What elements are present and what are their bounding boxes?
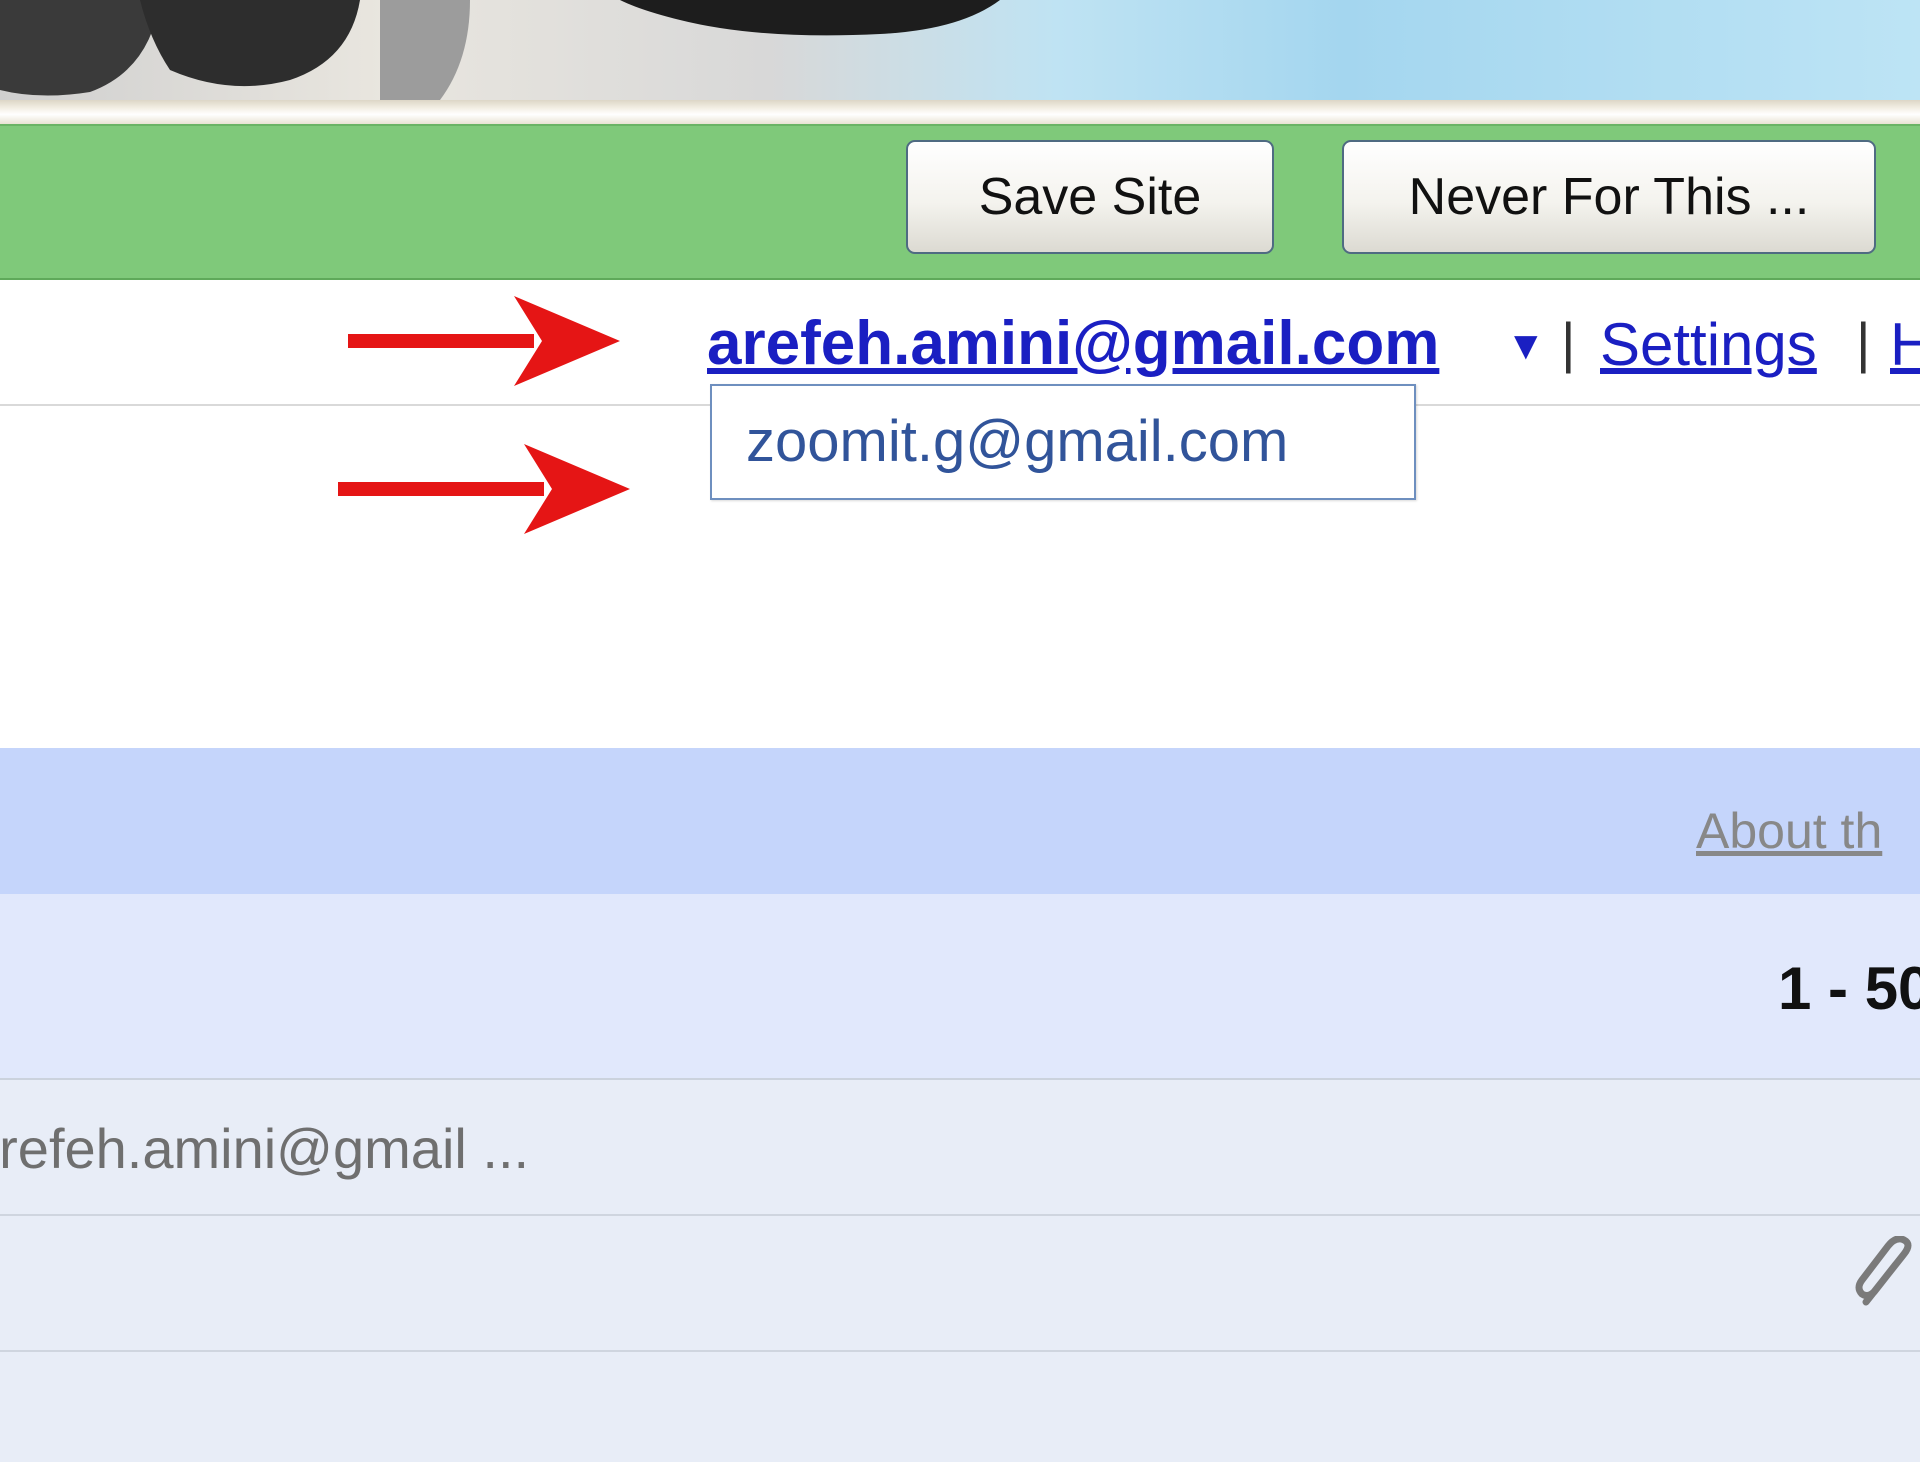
message-range-count: 1 - 50: [1778, 955, 1920, 1022]
never-for-this-site-button[interactable]: Never For This ...: [1342, 140, 1876, 254]
mail-sender: arefeh.amini@gmail ...: [0, 1117, 530, 1180]
paperclip-icon: [1855, 1236, 1912, 1306]
separator: |: [1561, 311, 1576, 374]
separator: |: [1856, 311, 1871, 374]
mail-list-row[interactable]: [0, 1352, 1920, 1462]
dropdown-caret-icon[interactable]: ▼: [1506, 324, 1546, 369]
mail-list-header-bar: About th: [0, 748, 1920, 894]
banner-illustration: [0, 0, 1000, 100]
account-autocomplete-dropdown: zoomit.g@gmail.com: [710, 384, 1416, 500]
mail-list-row[interactable]: arefeh.amini@gmail ...: [0, 1080, 1920, 1216]
red-arrow-icon: [338, 444, 630, 534]
settings-link[interactable]: Settings: [1600, 310, 1817, 379]
dropdown-suggestion-item[interactable]: zoomit.g@gmail.com: [746, 408, 1288, 475]
about-link[interactable]: About th: [1696, 802, 1882, 860]
header-banner: [0, 0, 1920, 100]
save-site-button[interactable]: Save Site: [906, 140, 1274, 254]
password-notification-bar: Save Site Never For This ...: [0, 124, 1920, 280]
mail-list-toolbar: 1 - 50: [0, 894, 1920, 1080]
banner-divider: [0, 100, 1920, 124]
help-link[interactable]: H: [1890, 310, 1920, 379]
mail-list-row[interactable]: [0, 1216, 1920, 1352]
red-arrow-icon: [348, 296, 620, 386]
account-email-link[interactable]: arefeh.amini@gmail.com: [707, 308, 1439, 379]
